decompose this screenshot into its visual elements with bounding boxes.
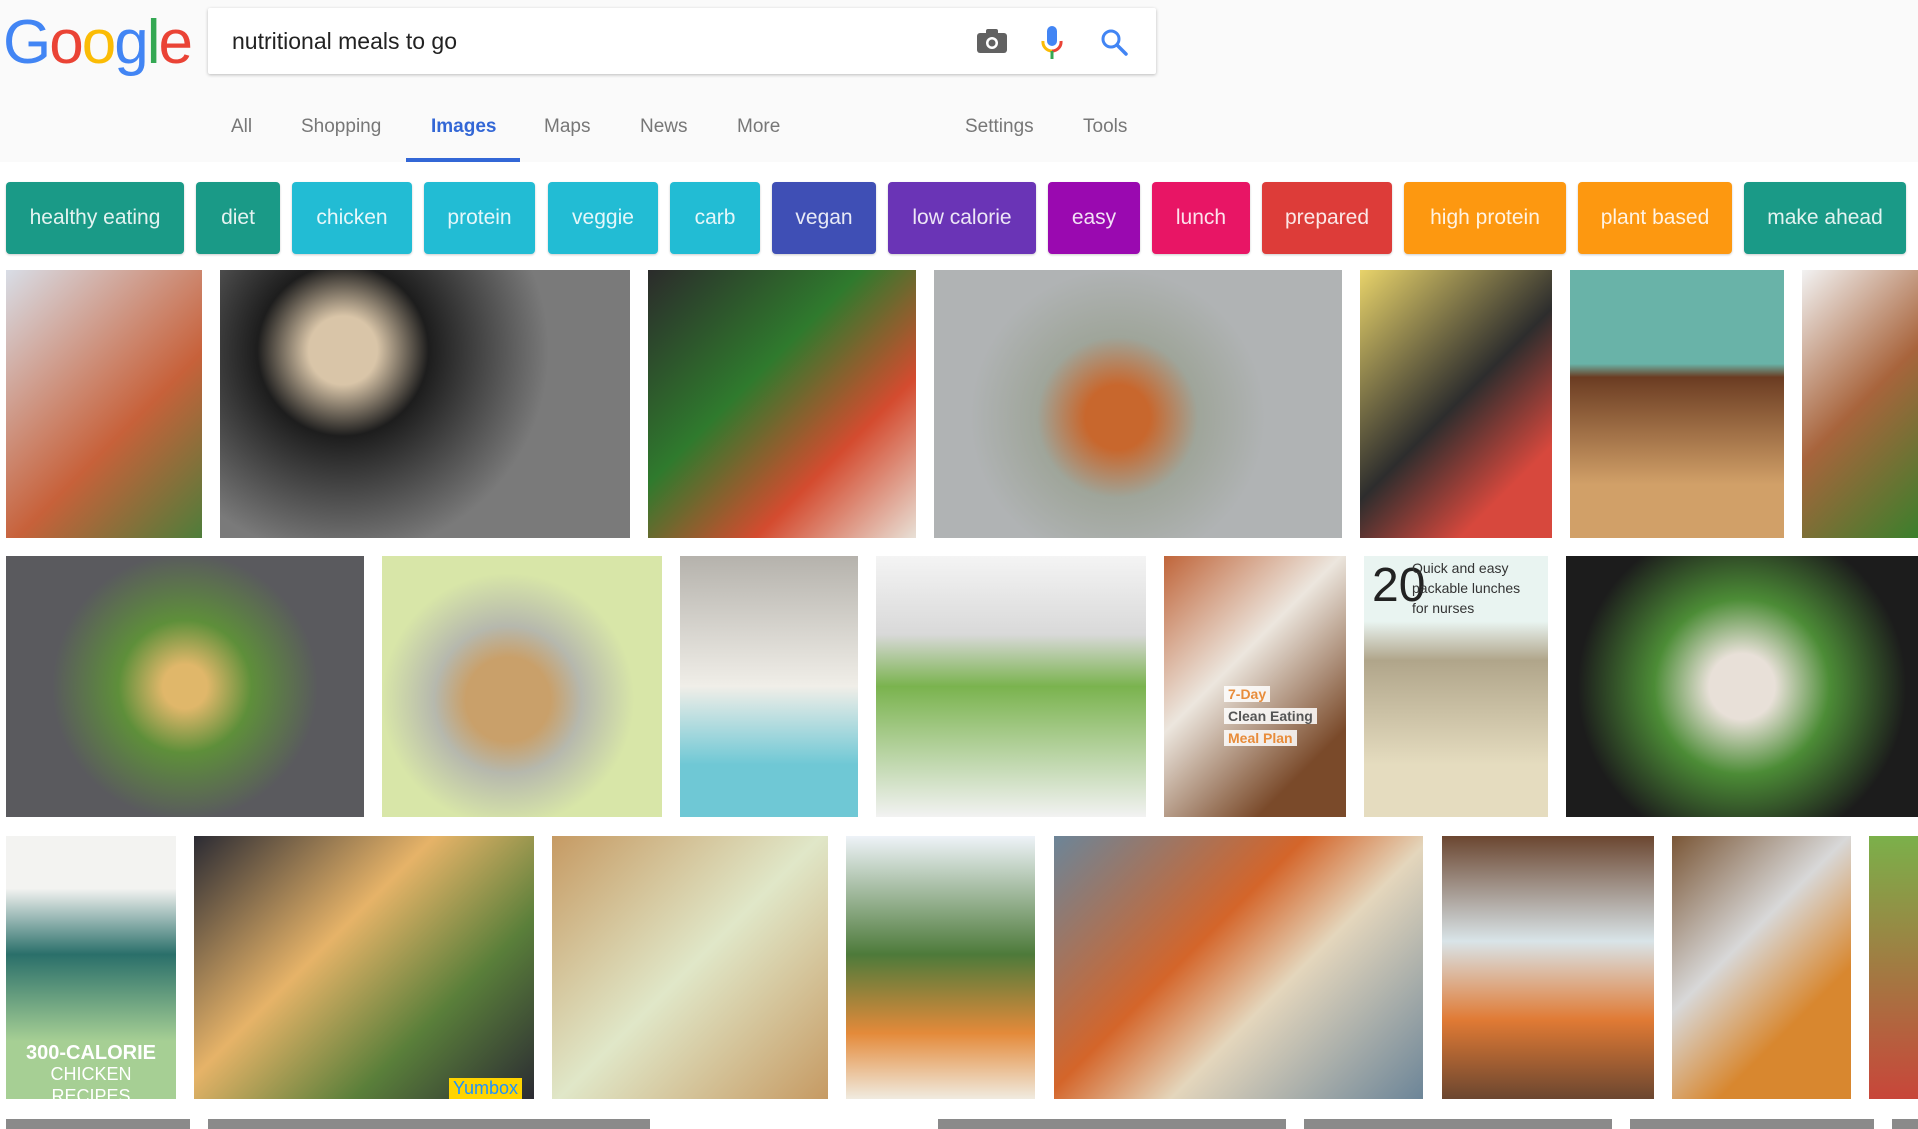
image-caption: 7-Day [1224,686,1271,702]
image-caption: RECIPES [51,1086,131,1099]
image-result[interactable] [934,270,1342,538]
image-result[interactable] [382,556,662,817]
logo-letter: o [49,8,84,77]
image-caption: packable lunches [1412,580,1521,596]
tab-maps[interactable]: Maps [544,114,590,140]
image-result[interactable] [6,1119,190,1129]
image-caption: 300-CALORIE [25,1042,157,1064]
chip-plant-based[interactable]: plant based [1578,182,1732,254]
chip-carb[interactable]: carb [670,182,760,254]
chip-chicken[interactable]: chicken [292,182,412,254]
image-result[interactable] [938,1119,1286,1129]
image-caption: Clean Eating [1224,708,1317,724]
settings-link[interactable]: Settings [965,114,1034,140]
chip-protein[interactable]: protein [424,182,535,254]
image-caption: Quick and easy [1412,560,1509,576]
microphone-icon[interactable] [1041,26,1063,62]
image-caption: CHICKEN [50,1064,132,1084]
header: Google nutritional meals to go All Shopp… [0,0,1918,162]
image-result[interactable]: 300-CALORIE CHICKEN RECIPES [6,836,176,1099]
chip-healthy-eating[interactable]: healthy eating [6,182,184,254]
image-caption: for nurses [1412,600,1475,616]
image-result[interactable] [1630,1119,1874,1129]
active-tab-indicator [406,158,520,162]
image-result[interactable] [648,270,916,538]
image-result[interactable] [552,836,828,1099]
tab-shopping[interactable]: Shopping [301,114,381,140]
chip-prepared[interactable]: prepared [1262,182,1392,254]
image-caption: Yumbox [448,1078,522,1099]
tools-link[interactable]: Tools [1083,114,1127,140]
tab-news[interactable]: News [640,114,688,140]
search-input[interactable]: nutritional meals to go [232,8,457,74]
image-result[interactable] [1672,836,1851,1099]
chip-low-calorie[interactable]: low calorie [888,182,1036,254]
search-box[interactable]: nutritional meals to go [208,8,1156,74]
camera-icon[interactable] [977,29,1007,53]
image-result[interactable] [876,556,1146,817]
image-result[interactable] [1570,270,1784,538]
image-result[interactable] [846,836,1035,1099]
logo-letter: g [114,8,149,77]
chip-make-ahead[interactable]: make ahead [1744,182,1906,254]
image-result[interactable] [1360,270,1552,538]
chip-easy[interactable]: easy [1048,182,1140,254]
image-caption: Meal Plan [1224,730,1297,746]
image-result[interactable] [1304,1119,1612,1129]
logo-letter: o [81,8,117,77]
logo-letter: e [158,8,193,77]
search-icon[interactable] [1100,28,1128,56]
image-result[interactable] [680,556,858,817]
image-result[interactable] [1566,556,1918,817]
chip-diet[interactable]: diet [196,182,280,254]
tab-images[interactable]: Images [431,114,496,140]
image-result[interactable] [6,270,202,538]
image-result[interactable] [1869,836,1918,1099]
image-result[interactable]: Yumbox [194,836,534,1099]
image-result[interactable] [208,1119,650,1129]
image-result[interactable] [1892,1119,1918,1129]
google-logo[interactable]: Google [3,8,193,78]
chip-veggie[interactable]: veggie [548,182,658,254]
image-result[interactable] [1054,836,1423,1099]
image-result[interactable] [6,556,364,817]
chip-lunch[interactable]: lunch [1152,182,1250,254]
logo-letter: l [146,8,161,77]
image-result[interactable] [1442,836,1654,1099]
image-result[interactable] [1802,270,1918,538]
logo-letter: G [3,8,51,77]
chip-vegan[interactable]: vegan [772,182,876,254]
chip-high-protein[interactable]: high protein [1404,182,1566,254]
tab-all[interactable]: All [231,114,252,140]
image-result[interactable] [220,270,630,538]
image-result[interactable]: 7-Day Clean Eating Meal Plan [1164,556,1346,817]
image-result[interactable]: 20 Quick and easy packable lunches for nurs… [1364,556,1548,817]
tab-more[interactable]: More [737,114,780,140]
